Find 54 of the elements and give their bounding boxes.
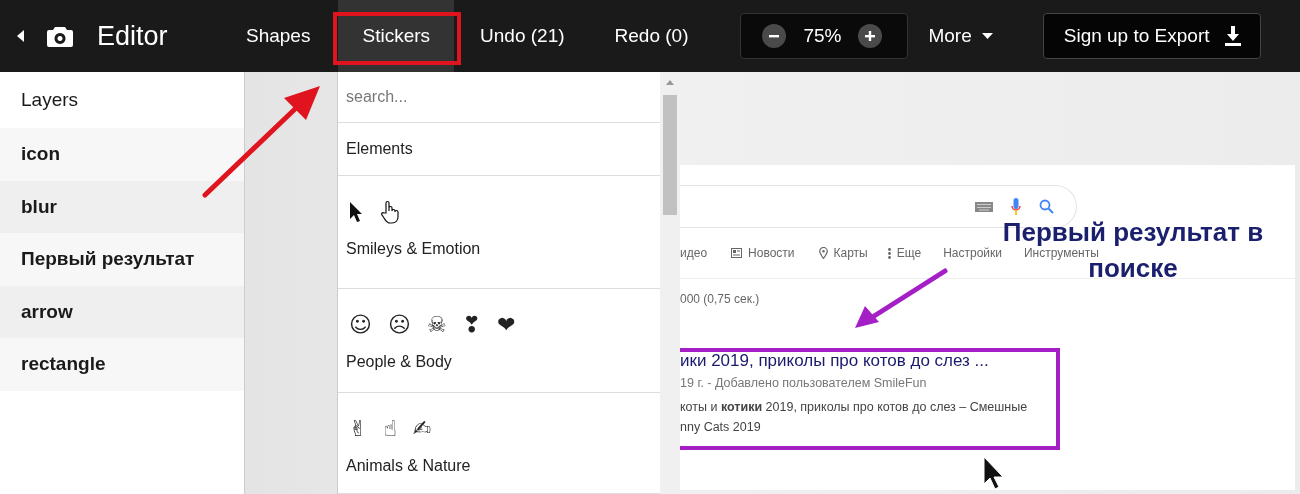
back-icon[interactable] <box>17 30 25 42</box>
toolbar-tab[interactable]: Undo (21) <box>456 0 589 72</box>
layer-item[interactable]: arrow <box>0 285 244 338</box>
zoom-out-button[interactable] <box>762 24 787 48</box>
category-heading: Smileys & Emotion <box>346 239 481 258</box>
emoji-sticker[interactable]: ❣ <box>462 314 482 336</box>
zoom-level: 75% <box>802 25 843 47</box>
camera-icon[interactable] <box>47 25 73 47</box>
map-pin-icon <box>818 247 828 259</box>
keyboard-icon <box>975 201 993 212</box>
search-tab[interactable]: идео <box>680 246 708 260</box>
export-button[interactable]: Sign up to Export <box>1042 13 1261 59</box>
layer-item[interactable]: rectangle <box>0 338 244 391</box>
results-count: 000 (0,75 сек.) <box>680 292 761 306</box>
emoji-sticker[interactable]: ✍ <box>412 418 432 440</box>
result-meta: 19 г. - Добавлено пользователем SmileFun <box>680 376 928 390</box>
scrollbar[interactable] <box>660 72 680 494</box>
search-icon <box>1039 199 1054 214</box>
category-heading: Elements <box>346 140 413 158</box>
layer-item[interactable]: Первый результат <box>0 233 244 286</box>
search-tab[interactable]: Настройки <box>943 246 1002 260</box>
emoji-sticker[interactable]: ☹ <box>387 314 411 336</box>
result-title[interactable]: ики 2019, приколы про котов до слез ... <box>680 351 1295 371</box>
layer-item[interactable]: icon <box>0 128 244 181</box>
emoji-sticker[interactable]: ☝ <box>383 418 397 440</box>
emoji-sticker[interactable]: ☺ <box>349 314 372 336</box>
hand-sticker-icon[interactable] <box>379 200 401 224</box>
microphone-icon <box>1011 197 1021 216</box>
emoji-sticker[interactable]: ✌ <box>349 418 368 440</box>
emoji-sticker[interactable]: ☠ <box>426 314 447 336</box>
download-icon <box>1223 26 1242 46</box>
panel-title: Layers <box>21 89 79 111</box>
plus-icon <box>864 30 877 42</box>
search-tab[interactable]: Еще <box>896 246 922 260</box>
dots-icon <box>887 247 891 259</box>
result-snippet: коты и котики 2019, приколы про котов до слез – Смешные <box>680 399 1029 416</box>
category-heading: Animals & Nature <box>346 456 471 475</box>
category-heading: People & Body <box>346 352 452 371</box>
more-menu[interactable]: More <box>928 25 993 47</box>
search-tab[interactable]: Новости <box>748 246 795 260</box>
toolbar-tab[interactable]: Shapes <box>222 0 335 72</box>
caret-down-icon <box>981 33 993 39</box>
emoji-sticker[interactable]: ❤ <box>497 314 516 336</box>
scroll-thumb[interactable] <box>663 95 677 215</box>
cursor-sticker-icon[interactable] <box>349 201 363 223</box>
app-title: Editor <box>97 20 169 52</box>
zoom-in-button[interactable] <box>858 24 883 48</box>
search-tab[interactable]: Инструменты <box>1024 246 1099 260</box>
result-snippet: nny Cats 2019 <box>680 419 762 436</box>
layer-item[interactable]: blur <box>0 180 244 233</box>
annotation-text: Первый результат в <box>1002 216 1264 248</box>
toolbar-tab[interactable]: Redo (0) <box>590 0 713 72</box>
search-tab[interactable]: Карты <box>833 246 868 260</box>
newspaper-icon <box>731 248 743 258</box>
